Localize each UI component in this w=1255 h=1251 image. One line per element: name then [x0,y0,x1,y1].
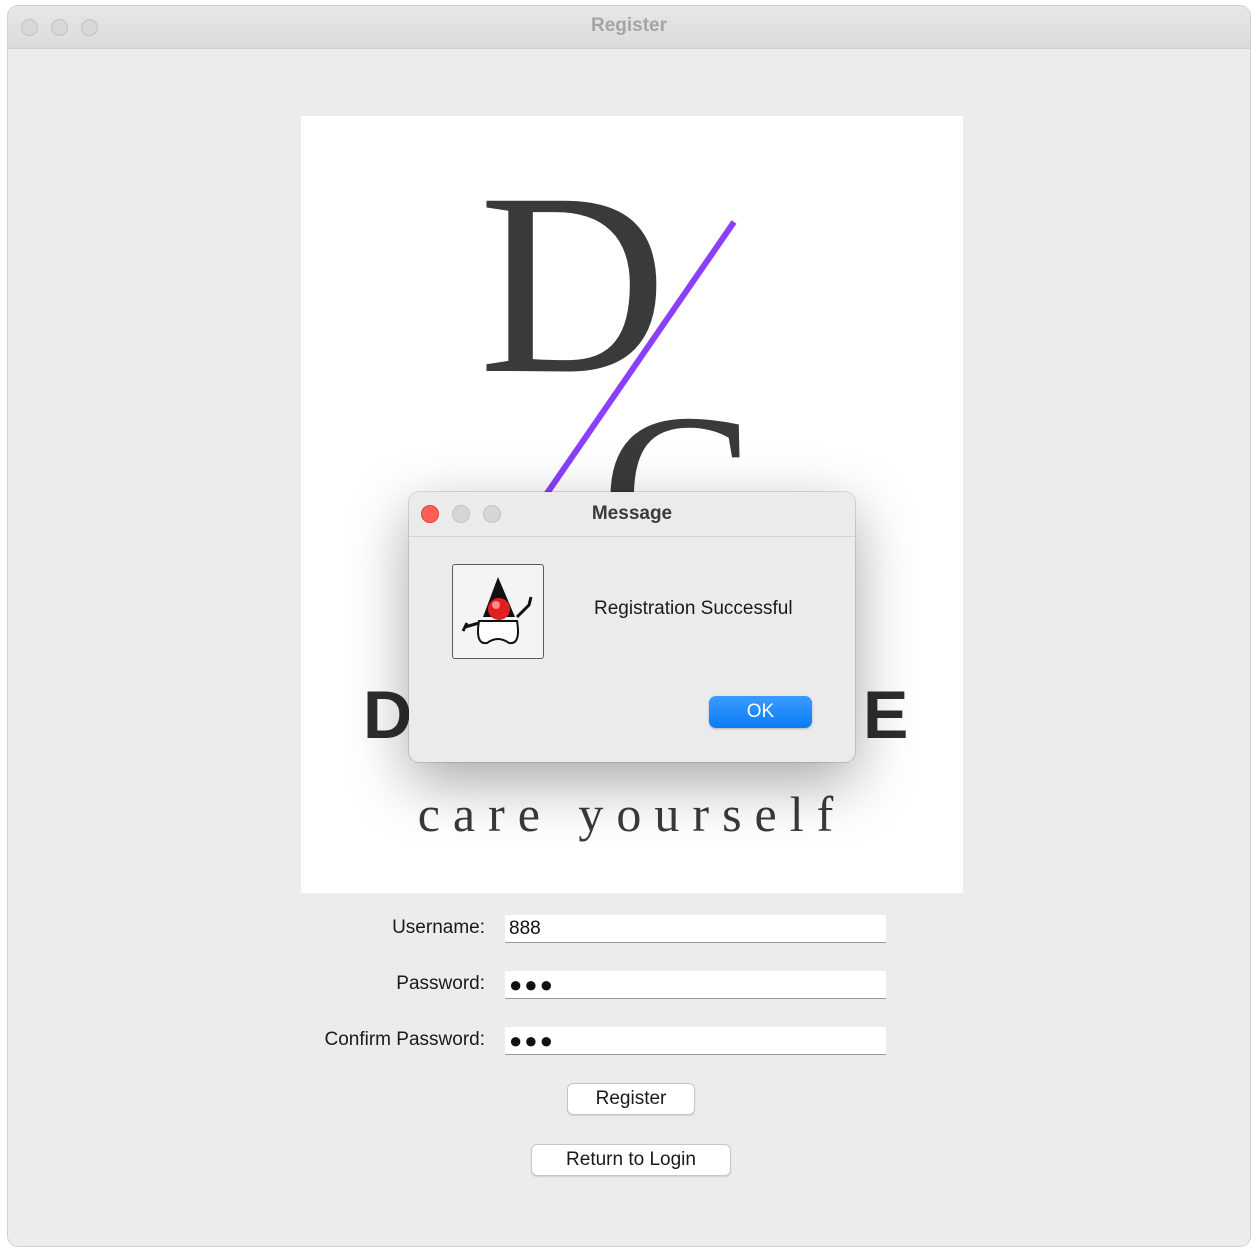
password-input[interactable]: ●●● [505,971,886,999]
register-button[interactable]: Register [567,1083,695,1115]
brand-letter-left: D [363,677,412,753]
brand-letter-right: E [863,677,908,753]
dialog-title: Message [591,503,673,524]
register-window: Register D C D E care yourself Username:… [8,6,1250,1246]
username-label: Username: [392,917,485,938]
confirm-password-label: Confirm Password: [324,1029,486,1050]
message-dialog: Message Registration Successful OK [409,492,855,762]
confirm-password-input[interactable]: ●●● [505,1027,886,1055]
java-duke-icon [452,564,544,659]
ok-button[interactable]: OK [709,696,812,728]
password-label: Password: [396,973,485,994]
window-title: Register [590,15,668,36]
brand-tagline: care yourself [418,786,847,842]
dialog-message: Registration Successful [594,598,793,619]
username-input[interactable]: 888 [505,915,886,943]
return-to-login-button[interactable]: Return to Login [531,1144,731,1176]
title-bar: Register [8,6,1250,49]
dialog-title-bar: Message [409,492,855,537]
